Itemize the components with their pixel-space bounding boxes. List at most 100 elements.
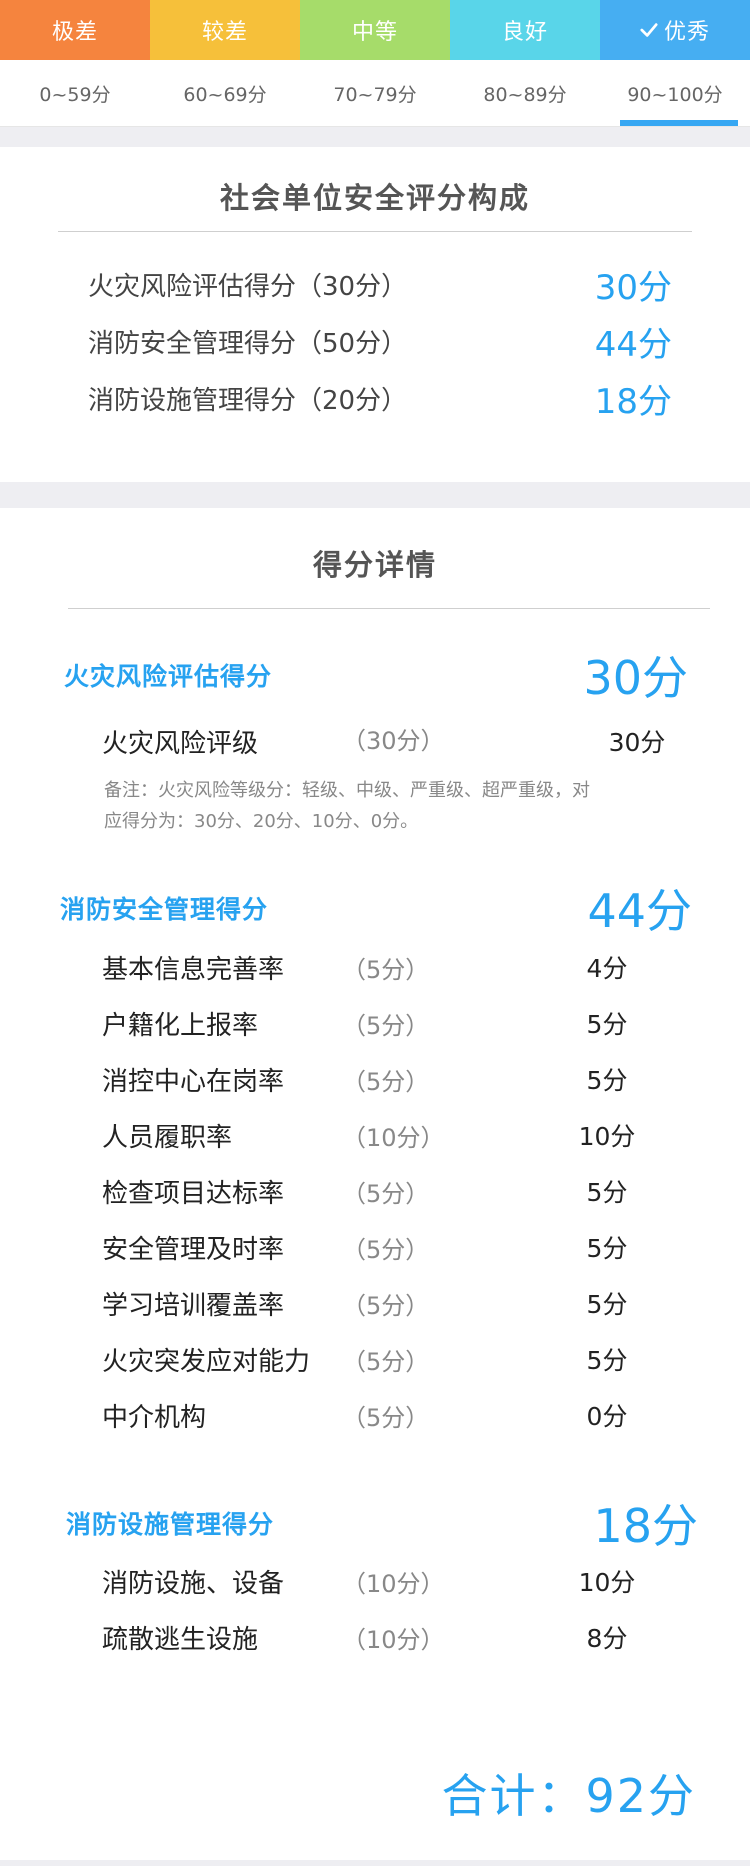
item-score: 5分 (586, 1290, 628, 1319)
divider (68, 608, 710, 609)
item-max-score: （5分） (342, 1179, 430, 1208)
item-max-score: （10分） (342, 1569, 445, 1598)
item-score: 5分 (586, 1234, 628, 1263)
score-range-tabs: 0~59分 60~69分 70~79分 80~89分 90~100分 (0, 60, 750, 127)
rating-level-bar: 极差 较差 中等 良好 优秀 (0, 0, 750, 60)
rating-level-excellent[interactable]: 优秀 (600, 0, 750, 60)
composition-label: 消防安全管理得分（50分） (88, 329, 408, 359)
item-score: 10分 (578, 1122, 636, 1151)
score-range-label: 0~59分 (39, 83, 111, 106)
item-label: 疏散逃生设施 (102, 1624, 259, 1655)
group-name: 消防设施管理得分 (66, 1510, 275, 1539)
list-item: 检查项目达标率 （5分） 5分 (0, 1163, 750, 1219)
item-max-score: （10分） (342, 1625, 445, 1654)
item-score: 10分 (578, 1568, 636, 1597)
group-facility-management: 消防设施管理得分 18分 消防设施、设备 （10分） 10分 疏散逃生设施 （1… (0, 1493, 750, 1665)
list-item: 疏散逃生设施 （10分） 8分 (0, 1609, 750, 1665)
composition-value: 30分 (594, 268, 672, 308)
score-details-card: 得分详情 火灾风险评估得分 30分 火灾风险评级 （30分） 30分 备注：火灾… (0, 508, 750, 1860)
item-label: 学习培训覆盖率 (102, 1290, 285, 1321)
composition-title: 社会单位安全评分构成 (219, 181, 530, 215)
rating-level-label: 较差 (201, 20, 248, 45)
list-item: 基本信息完善率 （5分） 4分 (0, 939, 750, 995)
composition-row-safety-management: 消防安全管理得分（50分） 44分 (0, 313, 750, 370)
group-score: 44分 (587, 884, 692, 938)
total-score: 合计：92分 (441, 1769, 696, 1823)
composition-label: 消防设施管理得分（20分） (88, 386, 408, 416)
item-label: 户籍化上报率 (102, 1010, 259, 1041)
rating-level-very-poor[interactable]: 极差 (0, 0, 150, 60)
score-range-label: 80~89分 (483, 83, 567, 106)
group-score: 18分 (593, 1499, 698, 1553)
rating-level-medium[interactable]: 中等 (300, 0, 450, 60)
item-max-score: （5分） (342, 1291, 430, 1320)
item-label: 中介机构 (102, 1402, 207, 1433)
score-range-70-79[interactable]: 70~79分 (300, 60, 450, 126)
score-range-label: 70~79分 (333, 83, 417, 106)
item-max-score: （30分） (342, 726, 445, 755)
item-max-score: （5分） (342, 1403, 430, 1432)
score-range-label: 90~100分 (627, 83, 723, 106)
score-composition-card: 社会单位安全评分构成 火灾风险评估得分（30分） 30分 消防安全管理得分（50… (0, 147, 750, 482)
item-score: 8分 (586, 1624, 628, 1653)
item-label: 检查项目达标率 (102, 1178, 285, 1209)
score-range-90-100[interactable]: 90~100分 (600, 60, 750, 126)
list-item: 安全管理及时率 （5分） 5分 (0, 1219, 750, 1275)
item-score: 4分 (586, 954, 628, 983)
item-label: 消防设施、设备 (102, 1568, 285, 1599)
group-header: 消防安全管理得分 44分 (0, 877, 750, 939)
item-score: 30分 (608, 728, 666, 757)
check-icon (640, 23, 658, 37)
score-range-80-89[interactable]: 80~89分 (450, 60, 600, 126)
item-max-score: （5分） (342, 1067, 430, 1096)
item-score: 5分 (586, 1066, 628, 1095)
list-item: 消控中心在岗率 （5分） 5分 (0, 1051, 750, 1107)
composition-value: 44分 (594, 325, 672, 365)
composition-value: 18分 (594, 382, 672, 422)
list-item: 人员履职率 （10分） 10分 (0, 1107, 750, 1163)
rating-level-label: 良好 (501, 20, 548, 45)
group-name: 消防安全管理得分 (60, 895, 269, 924)
item-label: 消控中心在岗率 (102, 1066, 285, 1097)
composition-list: 火灾风险评估得分（30分） 30分 消防安全管理得分（50分） 44分 消防设施… (0, 232, 750, 427)
score-range-60-69[interactable]: 60~69分 (150, 60, 300, 126)
group-fire-risk: 火灾风险评估得分 30分 火灾风险评级 （30分） 30分 备注：火灾风险等级分… (0, 645, 750, 837)
rating-level-label: 极差 (51, 20, 98, 45)
composition-row-facility-management: 消防设施管理得分（20分） 18分 (0, 370, 750, 427)
list-item: 中介机构 （5分） 0分 (0, 1387, 750, 1443)
composition-row-fire-risk: 火灾风险评估得分（30分） 30分 (0, 256, 750, 313)
rating-level-good[interactable]: 良好 (450, 0, 600, 60)
item-label: 基本信息完善率 (102, 954, 285, 985)
group-header: 火灾风险评估得分 30分 (0, 645, 750, 705)
item-max-score: （5分） (342, 955, 430, 984)
rating-level-poor[interactable]: 较差 (150, 0, 300, 60)
item-label: 安全管理及时率 (102, 1234, 285, 1265)
details-title: 得分详情 (312, 548, 437, 582)
item-label: 火灾风险评级 (102, 728, 259, 759)
item-max-score: （5分） (342, 1011, 430, 1040)
group-score: 30分 (583, 651, 688, 705)
note-text: 备注：火灾风险等级分：轻级、中级、严重级、超严重级，对应得分为：30分、20分、… (104, 780, 590, 832)
rating-level-label: 中等 (351, 20, 398, 45)
rating-level-label: 优秀 (663, 20, 710, 45)
list-item: 火灾风险评级 （30分） 30分 (0, 713, 750, 769)
group-name: 火灾风险评估得分 (64, 662, 273, 691)
list-item: 火灾突发应对能力 （5分） 5分 (0, 1331, 750, 1387)
list-item: 学习培训覆盖率 （5分） 5分 (0, 1275, 750, 1331)
composition-label: 火灾风险评估得分（30分） (88, 272, 408, 302)
list-item: 户籍化上报率 （5分） 5分 (0, 995, 750, 1051)
group-safety-management: 消防安全管理得分 44分 基本信息完善率 （5分） 4分 户籍化上报率 （5分）… (0, 877, 750, 1443)
score-range-label: 60~69分 (183, 83, 267, 106)
item-max-score: （5分） (342, 1235, 430, 1264)
score-range-0-59[interactable]: 0~59分 (0, 60, 150, 126)
group-header: 消防设施管理得分 18分 (0, 1493, 750, 1553)
item-label: 火灾突发应对能力 (102, 1346, 311, 1377)
item-max-score: （5分） (342, 1347, 430, 1376)
item-score: 5分 (586, 1010, 628, 1039)
item-score: 5分 (586, 1178, 628, 1207)
list-item: 消防设施、设备 （10分） 10分 (0, 1553, 750, 1609)
item-label: 人员履职率 (102, 1122, 233, 1153)
item-score: 5分 (586, 1346, 628, 1375)
